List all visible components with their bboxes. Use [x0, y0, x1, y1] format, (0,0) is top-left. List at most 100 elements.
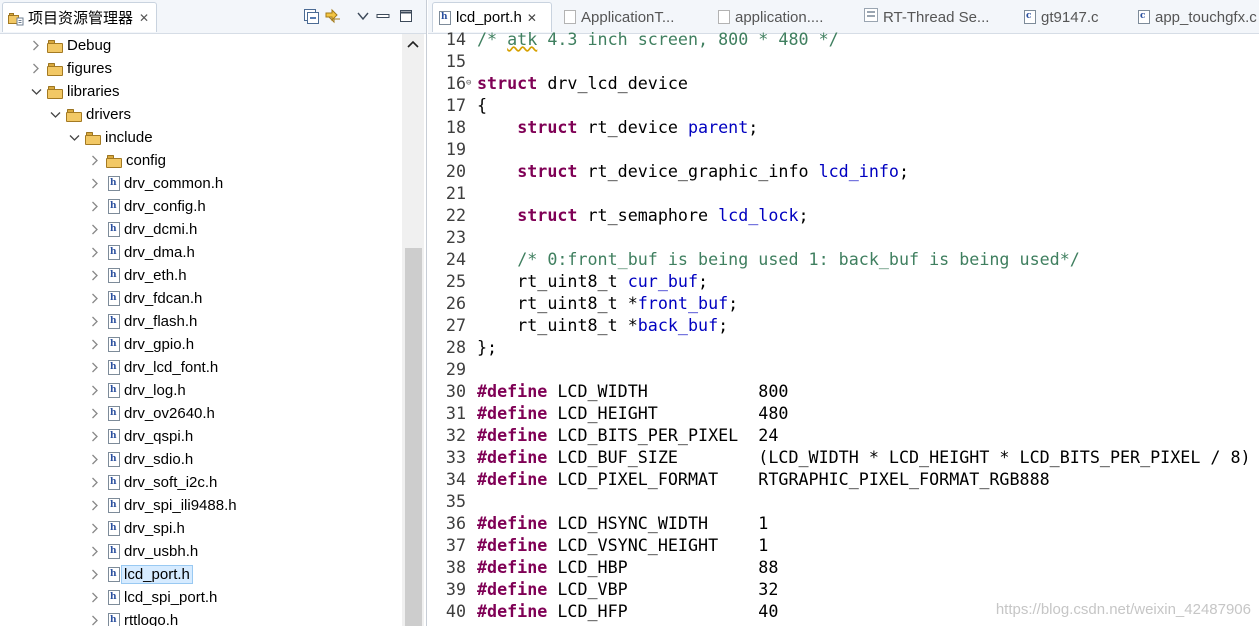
header-file-icon: h: [108, 590, 120, 605]
tree-item-label: drv_lcd_font.h: [124, 359, 219, 376]
tree-file-item[interactable]: h drv_sdio.h: [88, 448, 193, 471]
chevron-right-icon[interactable]: [88, 591, 102, 605]
tree-file-item[interactable]: h drv_soft_i2c.h: [88, 471, 217, 494]
header-file-icon: h: [108, 429, 120, 444]
tree-file-item[interactable]: h drv_lcd_font.h: [88, 356, 218, 379]
collapse-all-icon[interactable]: [302, 7, 320, 25]
chevron-right-icon[interactable]: [88, 614, 102, 626]
tree-item-label: drv_fdcan.h: [124, 290, 203, 307]
close-icon[interactable]: ✕: [527, 11, 537, 25]
view-menu-icon[interactable]: [354, 7, 372, 25]
tree-file-item[interactable]: h drv_config.h: [88, 195, 206, 218]
chevron-right-icon[interactable]: [88, 338, 102, 352]
line-number: 28: [445, 337, 466, 357]
minimize-icon[interactable]: [374, 7, 392, 25]
maximize-icon[interactable]: [397, 7, 415, 25]
code-line: 39 #define LCD_VBP 32: [428, 578, 1259, 600]
chevron-right-icon[interactable]: [88, 177, 102, 191]
tree-file-item[interactable]: h lcd_spi_port.h: [88, 586, 217, 609]
code-line: 21: [428, 182, 1259, 204]
tree-file-item[interactable]: h drv_dcmi.h: [88, 218, 197, 241]
line-number: 36: [445, 513, 466, 533]
chevron-down-icon[interactable]: [67, 131, 81, 145]
chevron-right-icon[interactable]: [88, 200, 102, 214]
tree-file-item[interactable]: h drv_spi.h: [88, 517, 185, 540]
tree-file-item[interactable]: h drv_spi_ili9488.h: [88, 494, 237, 517]
code-token: #define: [477, 381, 548, 401]
tree-file-item[interactable]: h drv_common.h: [88, 172, 223, 195]
tree-item-label: drv_common.h: [124, 175, 224, 192]
tree-file-item[interactable]: h drv_log.h: [88, 379, 186, 402]
document-icon: [718, 10, 730, 24]
code-line: 38 #define LCD_HBP 88: [428, 556, 1259, 578]
folder-icon: [106, 154, 123, 168]
chevron-right-icon[interactable]: [88, 292, 102, 306]
tree-file-item[interactable]: h drv_gpio.h: [88, 333, 194, 356]
chevron-right-icon[interactable]: [88, 545, 102, 559]
tree-file-item[interactable]: h drv_qspi.h: [88, 425, 193, 448]
line-number: 31: [445, 403, 466, 423]
chevron-right-icon[interactable]: [88, 315, 102, 329]
tree-folder-item[interactable]: drivers: [48, 103, 131, 126]
tree-file-item[interactable]: h drv_flash.h: [88, 310, 197, 333]
header-file-icon: h: [108, 521, 120, 536]
tree-item-label: drv_spi_ili9488.h: [124, 497, 237, 514]
code-token: {: [477, 95, 488, 115]
tree-file-item[interactable]: h drv_fdcan.h: [88, 287, 202, 310]
tree-folder-item[interactable]: config: [88, 149, 166, 172]
chevron-right-icon[interactable]: [88, 223, 102, 237]
tree-folder-item[interactable]: figures: [29, 57, 112, 80]
chevron-right-icon[interactable]: [88, 154, 102, 168]
link-with-editor-icon[interactable]: [324, 7, 342, 25]
close-icon[interactable]: ✕: [139, 11, 149, 25]
header-file-icon: h: [439, 10, 451, 25]
line-number: 30: [445, 381, 466, 401]
code-text: #define LCD_HFP 40: [477, 601, 778, 621]
code-text: {: [477, 95, 487, 115]
chevron-right-icon[interactable]: [88, 384, 102, 398]
tree-file-item[interactable]: h drv_dma.h: [88, 241, 195, 264]
tree-item-label: libraries: [67, 83, 120, 100]
project-explorer-tab[interactable]: 项目资源管理器 ✕: [2, 2, 157, 32]
tree-file-item[interactable]: h drv_ov2640.h: [88, 402, 215, 425]
tree-file-item[interactable]: h rttlogo.h: [88, 609, 178, 626]
code-text: #define LCD_HEIGHT 480: [477, 403, 788, 423]
chevron-right-icon[interactable]: [88, 361, 102, 375]
tree-file-item[interactable]: h drv_eth.h: [88, 264, 187, 287]
chevron-down-icon[interactable]: [29, 85, 43, 99]
code-line: 26 rt_uint8_t *front_buf;: [428, 292, 1259, 314]
chevron-right-icon[interactable]: [88, 430, 102, 444]
chevron-right-icon[interactable]: [88, 499, 102, 513]
fold-toggle-icon[interactable]: ⊖: [466, 78, 475, 88]
tree-item-label: drv_dma.h: [124, 244, 195, 261]
tree-folder-item[interactable]: Debug: [29, 34, 111, 57]
chevron-right-icon[interactable]: [88, 568, 102, 582]
code-token: ;: [718, 315, 729, 335]
tree-file-item[interactable]: h lcd_port.h: [88, 563, 193, 586]
code-token: 4.3 inch screen, 800 * 480 */: [537, 29, 839, 49]
code-token: back_buf: [637, 315, 719, 335]
chevron-right-icon[interactable]: [29, 62, 43, 76]
scroll-up-icon[interactable]: [402, 34, 424, 54]
chevron-right-icon[interactable]: [29, 39, 43, 53]
tree-item-label: lcd_port.h: [121, 565, 193, 584]
line-number: 19: [445, 139, 466, 159]
chevron-right-icon[interactable]: [88, 522, 102, 536]
code-token: ;: [728, 293, 739, 313]
tree-item-label: figures: [67, 60, 113, 77]
code-area[interactable]: 14 /* atk 4.3 inch screen, 800 * 480 */ 15…: [428, 28, 1259, 626]
tree-folder-item[interactable]: libraries: [29, 80, 120, 103]
chevron-right-icon[interactable]: [88, 269, 102, 283]
tree-folder-item[interactable]: include: [67, 126, 153, 149]
chevron-right-icon[interactable]: [88, 453, 102, 467]
chevron-right-icon[interactable]: [88, 246, 102, 260]
scrollbar-thumb[interactable]: [405, 248, 422, 626]
tree-file-item[interactable]: h drv_usbh.h: [88, 540, 198, 563]
chevron-right-icon[interactable]: [88, 407, 102, 421]
chevron-down-icon[interactable]: [48, 108, 62, 122]
chevron-right-icon[interactable]: [88, 476, 102, 490]
folder-icon: [47, 85, 64, 99]
code-token: #define: [477, 535, 548, 555]
code-text: struct rt_device_graphic_info lcd_info;: [477, 161, 909, 181]
